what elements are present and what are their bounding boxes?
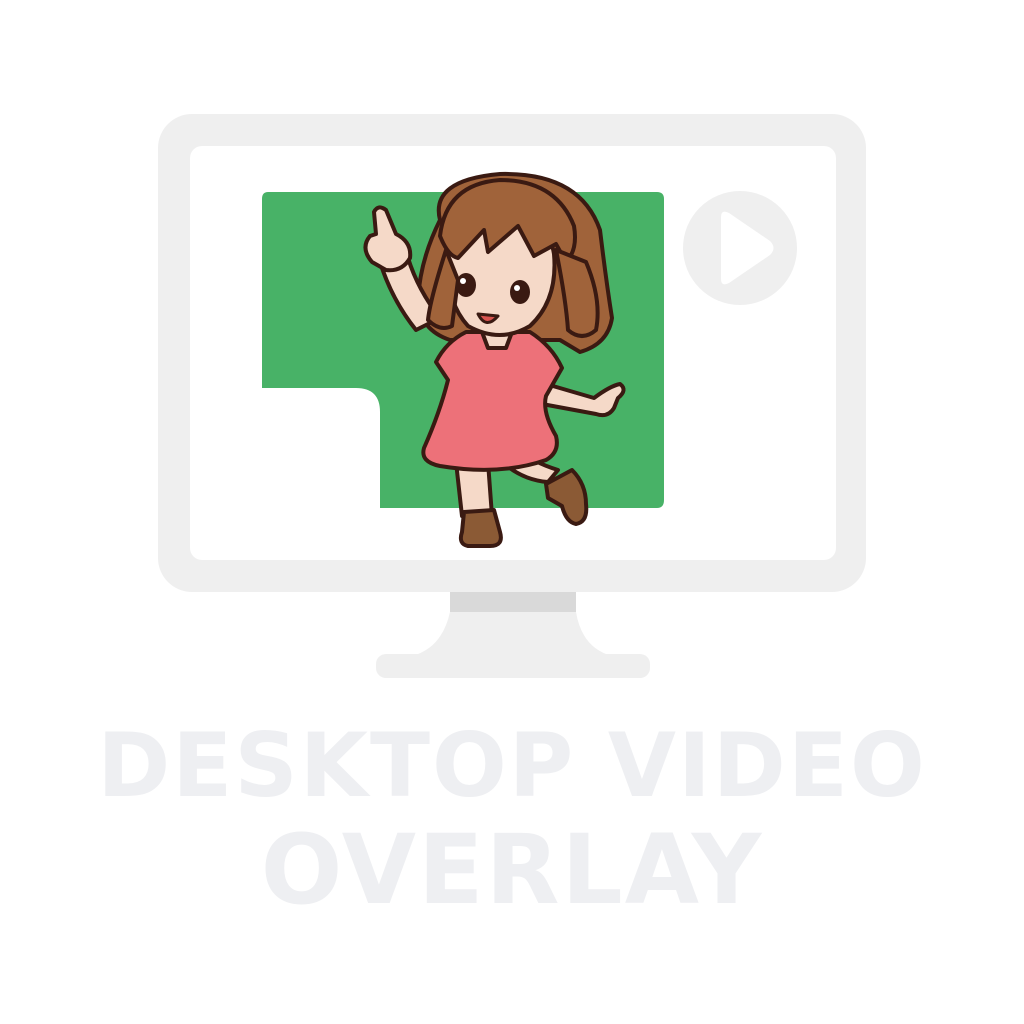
character-dress xyxy=(421,330,564,472)
character-left-eye xyxy=(456,273,476,297)
play-button[interactable] xyxy=(683,191,797,305)
character-left-boot xyxy=(458,508,503,548)
character-right-eye xyxy=(510,280,530,304)
title-line-2: OVERLAY xyxy=(260,814,764,926)
monitor-illustration xyxy=(158,114,866,678)
monitor-stand-base xyxy=(376,654,650,678)
monitor-stand xyxy=(412,612,612,656)
title-line-1: DESKTOP VIDEO xyxy=(97,714,927,817)
page: DESKTOP VIDEO OVERLAY xyxy=(0,0,1024,1024)
